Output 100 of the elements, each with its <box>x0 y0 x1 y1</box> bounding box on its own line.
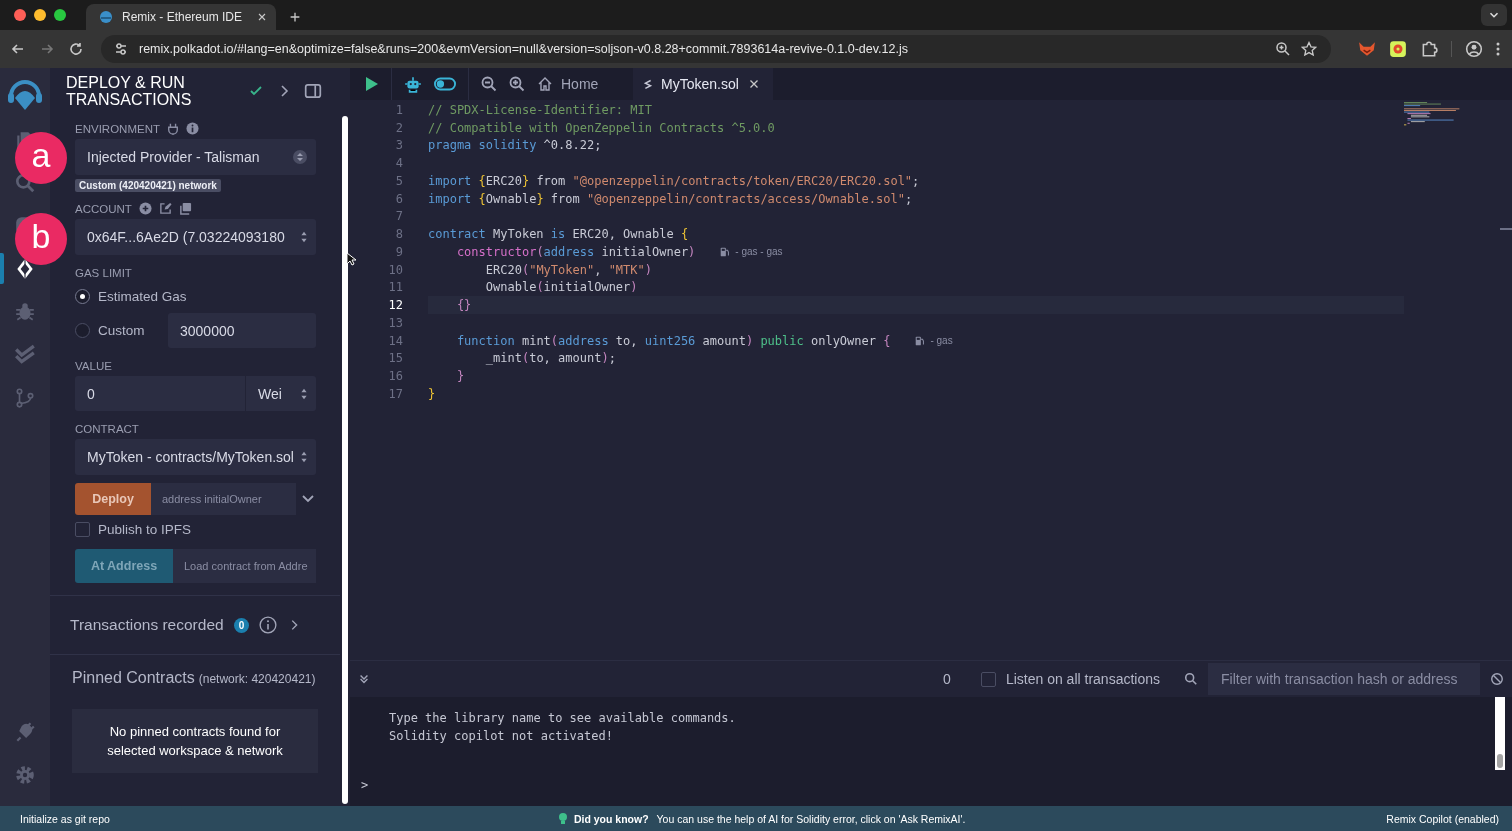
field-label: VALUE <box>75 360 113 372</box>
file-icon <box>643 77 653 91</box>
toggle-icon[interactable] <box>434 77 456 91</box>
home-icon <box>537 76 553 92</box>
line-number: 16 <box>387 369 403 384</box>
section-title: Pinned Contracts <box>72 669 195 687</box>
code-line: ERC20("MyToken", "MTK") <box>484 262 652 277</box>
network-note: (network: 420420421) <box>198 672 316 686</box>
dropdown-icon <box>300 230 308 244</box>
address-bar[interactable]: remix.polkadot.io/#lang=en&optimize=false&runs=200&evmVersion=null&version=soljson-v0.8.28+commit.7893614a-revive-0.1.0-dev.12.js <box>101 35 1331 63</box>
zoom-in-icon[interactable] <box>509 76 525 92</box>
filter-field[interactable]: Filter with transaction hash or address <box>1208 663 1480 695</box>
section-title: Transactions recorded <box>70 616 224 634</box>
tip-title: Did you know? <box>573 812 649 825</box>
field-label: CONTRACT <box>75 423 140 435</box>
window-control-icon[interactable] <box>14 9 26 21</box>
add-icon[interactable] <box>138 202 152 215</box>
radio-button[interactable] <box>75 288 90 304</box>
profile-icon[interactable] <box>1465 40 1483 58</box>
radio-label: Custom <box>98 323 145 338</box>
site-icon <box>98 9 114 25</box>
pending-count: 0 <box>943 671 951 687</box>
search-icon[interactable] <box>1184 672 1198 686</box>
panel-title: DEPLOY & RUN TRANSACTIONS <box>66 74 193 108</box>
unit-select[interactable]: Wei <box>246 376 316 411</box>
info-icon[interactable] <box>186 122 199 135</box>
code-line: pragma solidity ^0.8.22; <box>428 138 602 153</box>
terminal-line: Solidity copilot not activated! <box>389 728 614 745</box>
extension-icon[interactable] <box>1389 40 1407 58</box>
checkbox[interactable] <box>75 522 90 537</box>
gas-estimate: - gas - gas <box>735 246 783 258</box>
line-number: 10 <box>387 262 403 277</box>
new-tab-icon[interactable] <box>288 10 302 24</box>
menu-icon[interactable] <box>1496 41 1500 57</box>
deploy-button[interactable]: Deploy <box>75 483 151 515</box>
environment-select[interactable]: Injected Provider - Talisman <box>75 139 316 175</box>
contract-select[interactable]: MyToken - contracts/MyToken.sol <box>75 439 316 475</box>
tip-text: You can use the help of AI for Solidity error, click on 'Ask RemixAI'. <box>656 812 966 825</box>
count-badge: 0 <box>233 617 250 633</box>
git-init-link[interactable]: Initialize as git repo <box>20 812 110 825</box>
scrollbar-thumb[interactable] <box>342 116 348 804</box>
network-badge: Custom (420420421) network <box>75 179 221 192</box>
copy-icon[interactable] <box>178 202 192 215</box>
gas-pump-icon <box>719 245 732 258</box>
code-line: import {Ownable} from "@openzeppelin/contracts/access/Ownable.sol"; <box>428 191 913 206</box>
code-line: contract MyToken is ERC20, Ownable { <box>428 227 689 242</box>
line-number: 3 <box>394 138 403 153</box>
code-line: // Compatible with OpenZeppelin Contracts ^5.0.0 <box>428 120 775 135</box>
url-text: remix.polkadot.io/#lang=en&optimize=false&runs=200&evmVersion=null&version=soljson-v0.8.28+commit.7893614a-revive-0.1.0-dev.12.js <box>139 42 908 56</box>
account-select[interactable]: 0x64F...6Ae2D (7.03224093180 <box>75 219 316 255</box>
panel-toggle-icon[interactable] <box>304 82 322 100</box>
line-number: 11 <box>387 280 403 295</box>
checkbox-label: Publish to IPFS <box>98 522 192 537</box>
terminal-line: Type the library name to see available commands. <box>389 710 737 727</box>
double-check-icon[interactable] <box>14 343 36 366</box>
value-field[interactable]: 0 <box>75 376 245 411</box>
radio-button[interactable] <box>75 323 90 338</box>
gas-estimate: - gas <box>930 335 953 347</box>
site-settings-icon[interactable] <box>113 41 129 57</box>
plug-icon <box>167 122 179 135</box>
bookmark-star-icon[interactable] <box>1301 41 1317 57</box>
constructor-args-field[interactable]: address initialOwner <box>151 483 296 515</box>
dropdown-icon <box>300 450 308 464</box>
browser-tab[interactable]: Remix - Ethereum IDE <box>86 4 276 30</box>
collapse-icon[interactable] <box>358 673 370 685</box>
edit-icon[interactable] <box>158 202 172 215</box>
fox-extension-icon[interactable] <box>1358 40 1376 58</box>
clear-icon[interactable] <box>1490 672 1504 686</box>
line-number: 1 <box>394 102 403 117</box>
dropdown-icon <box>300 386 308 401</box>
line-number: 12 <box>387 298 403 313</box>
line-number: 14 <box>387 333 403 348</box>
code-line: } <box>455 369 465 384</box>
window-control-icon[interactable] <box>34 9 46 21</box>
line-number: 15 <box>387 351 403 366</box>
tab-list-button[interactable] <box>1481 4 1507 26</box>
zoom-out-icon[interactable] <box>481 76 497 92</box>
close-icon[interactable] <box>256 11 268 23</box>
copilot-status[interactable]: Remix Copilot (enabled) <box>1386 812 1499 825</box>
editor-tab[interactable]: Home <box>537 68 621 100</box>
scrollbar-thumb[interactable] <box>1497 754 1503 768</box>
info-icon[interactable] <box>259 616 278 634</box>
line-number: 13 <box>387 315 403 330</box>
gas-limit-field[interactable]: 3000000 <box>168 313 316 348</box>
extensions-icon[interactable] <box>1420 40 1438 58</box>
field-label: ENVIRONMENT <box>75 122 160 135</box>
window-control-icon[interactable] <box>54 9 66 21</box>
field-label: ACCOUNT <box>75 202 132 215</box>
dropdown-icon <box>292 149 308 165</box>
lightbulb-icon <box>557 811 568 826</box>
editor-tab[interactable]: MyToken.sol <box>633 68 773 100</box>
terminal-prompt[interactable]: > <box>361 778 369 792</box>
address-field[interactable]: Load contract from Addre <box>173 549 316 583</box>
zoom-icon[interactable] <box>1275 41 1291 57</box>
robot-icon[interactable] <box>404 75 422 93</box>
code-line: // SPDX-License-Identifier: MIT <box>428 102 652 117</box>
checkbox[interactable] <box>980 671 996 687</box>
run-icon[interactable] <box>363 76 379 92</box>
line-number: 9 <box>394 244 403 259</box>
reload-icon[interactable] <box>68 41 84 57</box>
